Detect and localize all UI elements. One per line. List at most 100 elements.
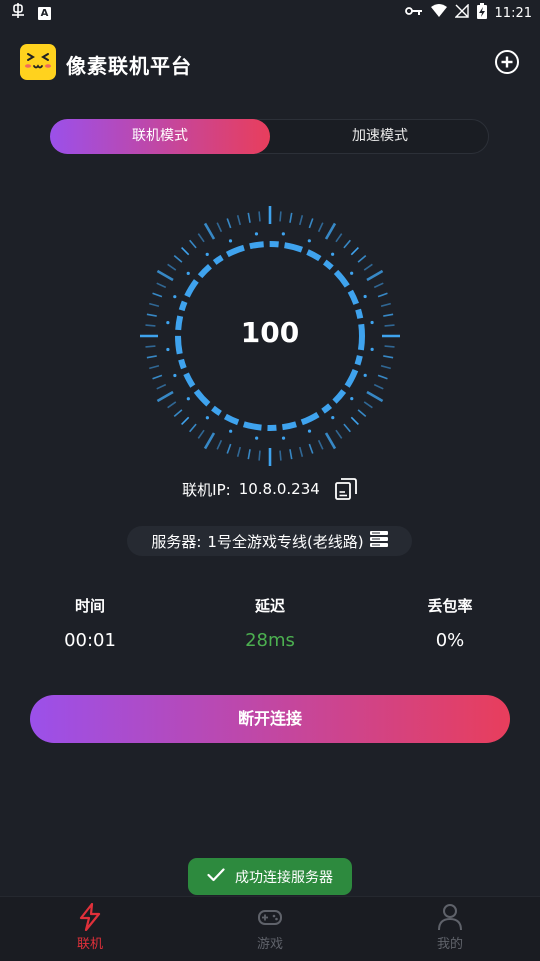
gauge-tick [189, 239, 197, 249]
stat-latency-label: 延迟 [254, 597, 285, 615]
bottom-nav: 联机 游戏 我的 [0, 896, 540, 961]
gauge-tick [181, 416, 190, 425]
gauge-tick [146, 355, 157, 359]
gauge-dot [331, 416, 335, 420]
gauge-tick [216, 439, 223, 450]
gauge-tick [247, 449, 251, 460]
gauge-tick [289, 449, 293, 460]
nav-label-games: 游戏 [256, 937, 283, 952]
gauge-tick [258, 450, 261, 461]
toast-text: 成功连接服务器 [235, 869, 333, 886]
server-selector[interactable]: 服务器: 1号全游戏专线(老线路) [127, 526, 412, 556]
lightning-icon [79, 903, 101, 931]
app-title: 像素联机平台 [66, 54, 192, 78]
gauge-tick [203, 432, 216, 450]
gauge-dot [307, 239, 311, 243]
gauge-tick [363, 263, 373, 271]
nav-label-online: 联机 [76, 937, 103, 952]
server-value: 1号全游戏专线(老线路) [207, 532, 364, 551]
gauge-tick [181, 247, 190, 256]
a-box-notification-icon: A [38, 7, 51, 20]
gauge-tick [343, 239, 351, 249]
gauge-tick [173, 255, 183, 263]
gauge-tick [279, 211, 282, 222]
gauge-tick [258, 211, 261, 222]
gauge-tick [197, 233, 205, 243]
gauge-tick [357, 409, 367, 417]
gauge-tick [383, 355, 394, 359]
gauge-tick [373, 282, 384, 289]
stat-time: 时间 00:01 [30, 595, 150, 651]
gauge-tick [308, 443, 314, 454]
stat-time-value: 00:01 [64, 630, 116, 651]
check-icon [207, 867, 225, 886]
gauge-tick [156, 383, 167, 390]
gauge-dot [205, 252, 209, 256]
gauge-dot [228, 239, 233, 243]
cat-face-logo-icon [20, 44, 56, 80]
gauge-dot [363, 373, 367, 377]
tab-accelerate-mode[interactable]: 加速模式 [271, 119, 489, 154]
gauge-dot [363, 294, 367, 299]
gauge-tick [363, 401, 373, 409]
gamepad-icon [258, 910, 282, 925]
gauge-dot [350, 397, 354, 401]
status-bar: A 11:21 [0, 0, 540, 24]
stat-loss-value: 0% [435, 630, 465, 651]
gauge-dot [331, 252, 335, 256]
gauge-tick [335, 233, 343, 243]
wifi-icon [430, 4, 447, 22]
gauge-tick [156, 390, 174, 403]
gauge-tick [216, 222, 223, 233]
no-signal-icon [453, 3, 469, 22]
connection-gauge: 100 [125, 191, 415, 481]
tab-online-mode[interactable]: 联机模式 [50, 119, 270, 154]
gauge-dot [229, 429, 233, 433]
nav-item-online[interactable]: 联机 [30, 903, 150, 952]
gauge-dot [307, 429, 312, 433]
user-icon [438, 904, 462, 931]
ip-row: 联机IP: 10.8.0.234 [0, 476, 540, 502]
nav-label-mine: 我的 [436, 937, 463, 952]
add-circle-icon[interactable] [494, 49, 520, 75]
ip-label: 联机IP: [182, 480, 231, 499]
stat-time-label: 时间 [74, 597, 105, 615]
gauge-tick [226, 218, 232, 229]
gauge-tick [380, 364, 391, 370]
gauge-dot [254, 232, 259, 236]
key-icon [404, 5, 423, 21]
server-label: 服务器: [151, 532, 202, 551]
gauge-dot [186, 397, 190, 401]
gauge-tick [247, 212, 251, 223]
gauge-tick [350, 247, 359, 256]
success-toast: 成功连接服务器 [188, 858, 352, 895]
stat-latency-value: 28ms [245, 630, 295, 651]
gauge-tick [149, 302, 160, 308]
gauge-tick [343, 423, 351, 433]
gauge-tick [197, 429, 205, 439]
gauge-tick [156, 282, 167, 289]
disconnect-button[interactable]: 断开连接 [30, 695, 510, 743]
gauge-tick [298, 215, 304, 226]
ip-value: 10.8.0.234 [238, 480, 320, 498]
gauge-tick [308, 218, 314, 229]
gauge-tick [366, 390, 384, 403]
gauge-tick [203, 222, 216, 240]
gauge-dot [173, 295, 177, 299]
gauge-tick [380, 302, 391, 308]
gauge-tick [152, 374, 163, 380]
gauge-tick [189, 423, 197, 433]
gauge-tick [324, 432, 337, 450]
nav-item-mine[interactable]: 我的 [390, 903, 510, 952]
gauge-dot [281, 436, 286, 440]
gauge-tick [289, 212, 293, 223]
gauge-dot [281, 232, 285, 236]
gauge-tick [167, 401, 177, 409]
status-time: 11:21 [494, 5, 532, 21]
nav-item-games[interactable]: 游戏 [210, 903, 330, 952]
gauge-tick [377, 374, 388, 380]
copy-icon[interactable] [334, 477, 358, 501]
stat-loss-label: 丢包率 [427, 597, 473, 615]
stat-loss: 丢包率 0% [390, 595, 510, 651]
bug-notification-icon [10, 3, 26, 24]
